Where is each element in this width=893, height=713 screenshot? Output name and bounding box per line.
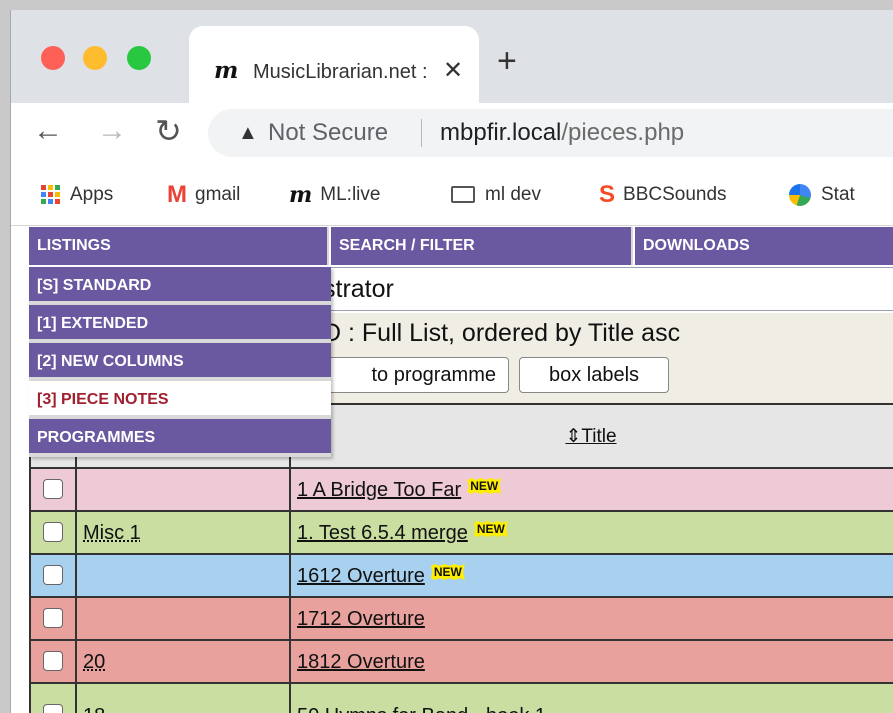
minimize-window-button[interactable] bbox=[83, 46, 107, 70]
category-link[interactable]: 20 bbox=[83, 650, 105, 674]
forward-arrow-icon[interactable]: → bbox=[97, 111, 127, 151]
select-cell bbox=[29, 641, 75, 682]
row-checkbox[interactable] bbox=[43, 704, 63, 713]
bookmark-stat[interactable]: Stat bbox=[789, 180, 855, 210]
table-row: 1 A Bridge Too Far NEW bbox=[29, 467, 893, 510]
main-menu-bar: LISTINGS SEARCH / FILTER DOWNLOADS bbox=[29, 227, 893, 265]
close-tab-icon[interactable]: ✕ bbox=[443, 56, 463, 86]
select-cell bbox=[29, 555, 75, 596]
row-checkbox[interactable] bbox=[43, 522, 63, 542]
list-title: D : Full List, ordered by Title asc bbox=[323, 319, 681, 347]
bookmark-ml-dev[interactable]: ml dev bbox=[451, 180, 541, 210]
browser-tab[interactable]: m MusicLibrarian.net : Sheet-mus ✕ bbox=[189, 26, 479, 103]
bookmarks-bar: Apps Mgmail m ML:live ml dev S BBCSounds S… bbox=[11, 170, 893, 226]
title-cell: 50 Hymns for Band - book 1 bbox=[289, 684, 893, 713]
security-label[interactable]: Not Secure bbox=[268, 119, 388, 147]
header-cell-title: ⇕Title bbox=[289, 405, 893, 467]
browser-toolbar: ← → ↻ ▲ Not Secure mbpfir.local/pieces.p… bbox=[11, 103, 893, 170]
piece-link[interactable]: 1712 Overture bbox=[297, 607, 425, 631]
category-cell: 18 bbox=[75, 684, 289, 713]
select-cell bbox=[29, 512, 75, 553]
piece-link[interactable]: 1 A Bridge Too Far NEW bbox=[297, 478, 502, 502]
piece-link[interactable]: 1612 Overture NEW bbox=[297, 564, 465, 588]
category-cell: Misc 1 bbox=[75, 512, 289, 553]
title-cell: 1612 Overture NEW bbox=[289, 555, 893, 596]
title-cell: 1. Test 6.5.4 merge NEW bbox=[289, 512, 893, 553]
menu-listings[interactable]: LISTINGS bbox=[29, 227, 329, 265]
ml-favicon-icon: m bbox=[214, 57, 239, 84]
omnibox-divider bbox=[421, 119, 422, 147]
tab-strip: m MusicLibrarian.net : Sheet-mus ✕ + bbox=[11, 10, 893, 103]
bookmark-bbcsounds[interactable]: S BBCSounds bbox=[599, 180, 727, 210]
category-cell bbox=[75, 555, 289, 596]
browser-window: m MusicLibrarian.net : Sheet-mus ✕ + ← →… bbox=[10, 10, 893, 713]
select-cell bbox=[29, 684, 75, 713]
title-cell: 1 A Bridge Too Far NEW bbox=[289, 469, 893, 510]
folder-icon bbox=[451, 186, 475, 204]
maximize-window-button[interactable] bbox=[127, 46, 151, 70]
new-badge: NEW bbox=[467, 478, 502, 494]
new-tab-button[interactable]: + bbox=[497, 44, 517, 78]
row-checkbox[interactable] bbox=[43, 651, 63, 671]
table-row: 1612 Overture NEW bbox=[29, 553, 893, 596]
new-badge: NEW bbox=[430, 564, 465, 580]
menu-downloads[interactable]: DOWNLOADS bbox=[635, 227, 893, 265]
sort-title-link[interactable]: ⇕Title bbox=[291, 425, 891, 448]
category-link[interactable]: 18 bbox=[83, 704, 105, 713]
select-cell bbox=[29, 598, 75, 639]
title-cell: 1712 Overture bbox=[289, 598, 893, 639]
category-cell: 20 bbox=[75, 641, 289, 682]
menu-item-programmes[interactable]: PROGRAMMES bbox=[29, 419, 331, 457]
address-bar[interactable]: ▲ Not Secure mbpfir.local/pieces.php bbox=[208, 109, 893, 157]
piece-link[interactable]: 1812 Overture bbox=[297, 650, 425, 674]
box-labels-button[interactable]: box labels bbox=[519, 357, 669, 393]
bookmark-ml-live[interactable]: m ML:live bbox=[289, 180, 380, 210]
bookmark-apps[interactable]: Apps bbox=[41, 180, 113, 210]
menu-item-standard[interactable]: [S] STANDARD bbox=[29, 267, 331, 305]
row-checkbox[interactable] bbox=[43, 565, 63, 585]
table-row: 1712 Overture bbox=[29, 596, 893, 639]
apps-grid-icon bbox=[41, 185, 60, 205]
table-row: 18 50 Hymns for Band - book 1 bbox=[29, 682, 893, 713]
piece-link[interactable]: 50 Hymns for Band - book 1 bbox=[297, 704, 546, 713]
row-checkbox[interactable] bbox=[43, 608, 63, 628]
menu-item-piece-notes[interactable]: [3] PIECE NOTES bbox=[29, 381, 331, 419]
tab-title: MusicLibrarian.net : Sheet-mus bbox=[253, 61, 433, 83]
listings-dropdown: [S] STANDARD [1] EXTENDED [2] NEW COLUMN… bbox=[29, 267, 331, 457]
category-cell bbox=[75, 598, 289, 639]
new-badge: NEW bbox=[473, 521, 508, 537]
table-row: Misc 1 1. Test 6.5.4 merge NEW bbox=[29, 510, 893, 553]
role-text: strator bbox=[323, 275, 394, 303]
stat-icon bbox=[789, 183, 811, 206]
bookmark-gmail[interactable]: Mgmail bbox=[167, 180, 240, 210]
menu-item-extended[interactable]: [1] EXTENDED bbox=[29, 305, 331, 343]
close-window-button[interactable] bbox=[41, 46, 65, 70]
warning-triangle-icon[interactable]: ▲ bbox=[238, 118, 258, 148]
category-link[interactable]: Misc 1 bbox=[83, 521, 141, 545]
menu-item-new-columns[interactable]: [2] NEW COLUMNS bbox=[29, 343, 331, 381]
menu-search-filter[interactable]: SEARCH / FILTER bbox=[331, 227, 633, 265]
ml-icon: m bbox=[289, 182, 313, 208]
piece-link[interactable]: 1. Test 6.5.4 merge NEW bbox=[297, 521, 508, 545]
reload-icon[interactable]: ↻ bbox=[155, 111, 182, 151]
title-cell: 1812 Overture bbox=[289, 641, 893, 682]
url-text[interactable]: mbpfir.local/pieces.php bbox=[440, 119, 684, 147]
category-cell bbox=[75, 469, 289, 510]
gmail-icon: M bbox=[167, 181, 187, 208]
table-row: 20 1812 Overture bbox=[29, 639, 893, 682]
select-cell bbox=[29, 469, 75, 510]
bbc-sounds-icon: S bbox=[599, 181, 616, 208]
row-checkbox[interactable] bbox=[43, 479, 63, 499]
back-arrow-icon[interactable]: ← bbox=[33, 111, 63, 151]
page-content: strator D : Full List, ordered by Title … bbox=[11, 227, 893, 713]
